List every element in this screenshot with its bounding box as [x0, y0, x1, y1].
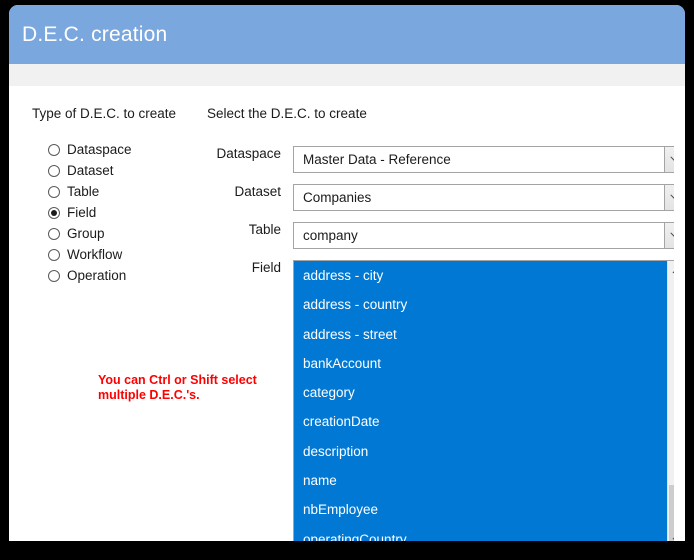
dec-select-heading: Select the D.E.C. to create: [207, 106, 367, 121]
dataset-select[interactable]: Companies: [293, 184, 674, 211]
radio-group[interactable]: Group: [48, 223, 207, 244]
dec-type-heading: Type of D.E.C. to create: [32, 106, 177, 121]
list-item[interactable]: category: [294, 378, 667, 408]
dec-type-panel: Type of D.E.C. to create Dataspace Datas…: [32, 106, 207, 286]
radio-circle-icon: [48, 185, 60, 198]
table-select-value: company: [303, 228, 358, 243]
dataspace-select[interactable]: Master Data - Reference: [293, 146, 674, 173]
header-separator-band: [9, 64, 685, 86]
radio-label: Group: [67, 226, 105, 241]
form-columns: Type of D.E.C. to create Dataspace Datas…: [20, 86, 674, 541]
field-listbox-items[interactable]: address - city address - country address…: [294, 261, 667, 541]
list-item[interactable]: operatingCountry: [294, 524, 667, 541]
dataset-field-row: Dataset Companies: [207, 184, 674, 211]
radio-label: Workflow: [67, 247, 123, 262]
radio-circle-icon: [48, 248, 60, 261]
list-item[interactable]: nbEmployee: [294, 495, 667, 525]
content-card: Type of D.E.C. to create Dataspace Datas…: [20, 86, 674, 541]
radio-label: Table: [67, 184, 100, 199]
radio-circle-icon: [48, 227, 60, 240]
radio-circle-icon: [48, 143, 60, 156]
chevron-down-icon[interactable]: [664, 147, 674, 172]
radio-circle-selected-icon: [48, 206, 60, 219]
radio-label: Dataset: [67, 163, 114, 178]
radio-field[interactable]: Field: [48, 202, 207, 223]
dataset-select-value: Companies: [303, 190, 372, 205]
dec-select-panel: Select the D.E.C. to create Dataspace Ma…: [207, 106, 674, 541]
table-field-row: Table company: [207, 222, 674, 249]
radio-workflow[interactable]: Workflow: [48, 244, 207, 265]
listbox-scrollbar[interactable]: [667, 261, 674, 541]
table-label: Table: [248, 222, 281, 237]
field-label: Field: [251, 260, 281, 275]
radio-dataset[interactable]: Dataset: [48, 160, 207, 181]
radio-label: Operation: [67, 268, 127, 283]
list-item[interactable]: creationDate: [294, 407, 667, 437]
window-inner: D.E.C. creation Type of D.E.C. to create…: [9, 5, 685, 541]
radio-label: Field: [67, 205, 97, 220]
radio-dataspace[interactable]: Dataspace: [48, 139, 207, 160]
scroll-down-icon[interactable]: [668, 531, 674, 541]
scroll-up-icon[interactable]: [668, 261, 674, 279]
application-window: D.E.C. creation Type of D.E.C. to create…: [0, 0, 694, 560]
dataspace-label: Dataspace: [216, 146, 281, 161]
list-item[interactable]: description: [294, 436, 667, 467]
chevron-down-icon[interactable]: [664, 185, 674, 210]
app-header: D.E.C. creation: [9, 5, 685, 64]
chevron-down-icon[interactable]: [664, 223, 674, 248]
page-title: D.E.C. creation: [22, 22, 168, 46]
dataspace-field-row: Dataspace Master Data - Reference: [207, 146, 674, 173]
radio-circle-icon: [48, 269, 60, 282]
radio-operation[interactable]: Operation: [48, 265, 207, 286]
field-listbox[interactable]: address - city address - country address…: [293, 260, 674, 541]
dataset-label: Dataset: [234, 184, 281, 199]
radio-circle-icon: [48, 164, 60, 177]
dec-type-radio-group[interactable]: Dataspace Dataset Table Field Group Work…: [48, 139, 207, 286]
list-item[interactable]: bankAccount: [294, 348, 667, 379]
dataspace-select-value: Master Data - Reference: [303, 152, 451, 167]
field-listbox-row: Field address - city address - country a…: [207, 260, 674, 541]
radio-label: Dataspace: [67, 142, 132, 157]
list-item[interactable]: address - street: [294, 319, 667, 349]
list-item[interactable]: address - country: [294, 290, 667, 320]
table-select[interactable]: company: [293, 222, 674, 249]
list-item[interactable]: name: [294, 466, 667, 496]
list-item[interactable]: address - city: [294, 261, 667, 291]
radio-table[interactable]: Table: [48, 181, 207, 202]
